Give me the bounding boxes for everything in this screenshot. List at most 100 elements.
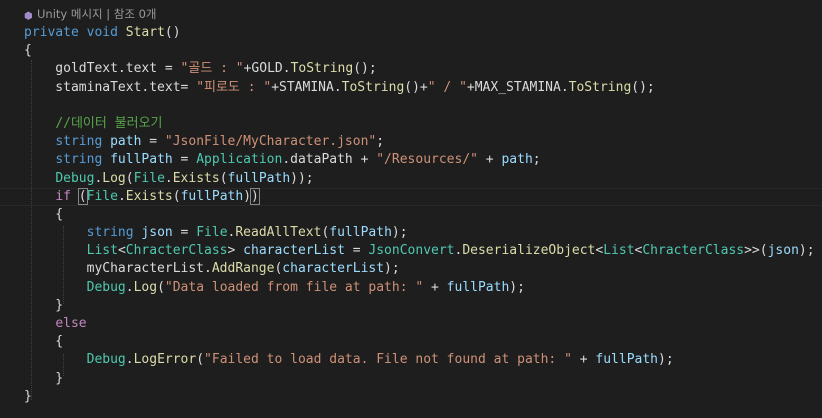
code-token: Application [196, 152, 283, 168]
code-token: } [24, 297, 64, 313]
code-line[interactable]: } [24, 297, 815, 315]
code-token: ); [798, 243, 815, 259]
codelens-text: Unity 메시지 | 참조 0개 [37, 7, 157, 21]
code-token: "JsonFile/MyCharacter.json" [164, 134, 377, 150]
code-token: ( [77, 187, 88, 205]
code-token: ; [532, 152, 541, 168]
code-token: ( [157, 279, 165, 295]
code-token: if [55, 188, 71, 204]
code-token: )); [290, 170, 314, 186]
code-token: fullPath [595, 352, 659, 368]
code-token: ); [658, 352, 674, 368]
code-line[interactable]: staminaText.text= "피로도 : "+STAMINA.ToStr… [24, 79, 815, 97]
code-token: fullPath [329, 225, 392, 241]
code-line[interactable]: Debug.Log("Data loaded from file at path… [24, 279, 815, 297]
code-line[interactable]: //데이터 불러오기 [24, 115, 815, 133]
code-token: path [110, 134, 142, 150]
code-line[interactable] [24, 97, 815, 115]
code-token: "Failed to load data. File not found at … [204, 352, 572, 368]
code-line[interactable]: string path = "JsonFile/MyCharacter.json… [24, 133, 815, 151]
code-token: ; [376, 134, 385, 150]
code-line[interactable]: if (File.Exists(fullPath)) [24, 187, 815, 206]
code-line[interactable]: { [24, 333, 815, 351]
code-token: json [767, 243, 799, 259]
code-line[interactable]: myCharacterList.AddRange(characterList); [24, 260, 815, 278]
code-token: (); [353, 61, 377, 77]
code-token: path [501, 152, 533, 168]
code-editor[interactable]: ⬢ Unity 메시지 | 참조 0개 private void Start(){… [0, 0, 822, 418]
code-token: { [24, 334, 64, 350]
code-line[interactable]: } [24, 388, 815, 406]
code-token: File [196, 225, 228, 241]
code-token: Exists [172, 170, 220, 186]
code-token: LogError [133, 352, 197, 368]
code-token: fullPath [180, 188, 244, 204]
code-line[interactable]: private void Start() [24, 24, 815, 42]
code-token: ) [243, 188, 252, 204]
code-line[interactable]: { [24, 42, 815, 60]
code-line[interactable]: List<ChracterClass> characterList = Json… [24, 242, 815, 260]
code-token: . [164, 170, 173, 186]
code-token: ()+ [404, 79, 428, 95]
code-token: ( [125, 170, 134, 186]
code-token: Debug [86, 279, 126, 295]
code-line[interactable]: string fullPath = Application.dataPath +… [24, 151, 815, 169]
code-token: = [344, 243, 369, 259]
code-token: ) [250, 187, 260, 205]
code-line[interactable]: goldText.text = "골드 : "+GOLD.ToString(); [24, 60, 815, 78]
code-token: + [477, 152, 502, 168]
code-token: >>( [744, 243, 768, 259]
code-line[interactable]: { [24, 206, 815, 224]
code-token: Log [133, 279, 158, 295]
code-token: .dataPath + [282, 152, 377, 168]
code-token: "골드 : " [180, 61, 244, 77]
code-token: ); [509, 279, 525, 295]
code-token: characterList [243, 243, 345, 259]
code-token: Debug [86, 352, 126, 368]
code-token: ); [384, 261, 400, 277]
codelens-annotation[interactable]: ⬢ Unity 메시지 | 참조 0개 [24, 6, 157, 22]
code-token: . [125, 352, 134, 368]
code-token: ); [391, 225, 408, 241]
code-line[interactable]: string json = File.ReadAllText(fullPath)… [24, 224, 815, 242]
code-token: File [86, 188, 118, 204]
code-token: . [117, 188, 126, 204]
code-token: } [24, 388, 32, 404]
code-token: (); [631, 79, 655, 95]
code-token: string [55, 152, 103, 168]
code-line[interactable]: else [24, 315, 815, 333]
code-token: +GOLD. [243, 61, 291, 77]
code-token: +MAX_STAMINA. [466, 79, 569, 95]
code-token: fullPath [110, 152, 173, 168]
code-token: ToString [290, 61, 354, 77]
code-line[interactable]: Debug.LogError("Failed to load data. Fil… [24, 351, 815, 369]
code-token: DeserializeObject [462, 243, 596, 259]
code-token: fullPath [446, 279, 510, 295]
code-token: string [86, 225, 134, 241]
code-token: "/Resources/" [376, 152, 478, 168]
code-token: + [571, 352, 596, 368]
code-line[interactable]: } [24, 370, 815, 388]
code-line[interactable]: Debug.Log(File.Exists(fullPath)); [24, 170, 815, 188]
code-token: AddRange [211, 261, 275, 277]
code-token: " / " [427, 79, 467, 95]
code-token: //데이터 불러오기 [55, 115, 163, 131]
code-token: staminaText.text= [24, 79, 197, 95]
code-lines[interactable]: private void Start(){ goldText.text = "골… [24, 24, 815, 406]
code-token: myCharacterList. [24, 261, 212, 277]
code-token: private [24, 25, 79, 40]
code-token: ChracterClass [125, 243, 228, 259]
code-token: List [86, 243, 118, 259]
code-token: > [227, 243, 244, 259]
